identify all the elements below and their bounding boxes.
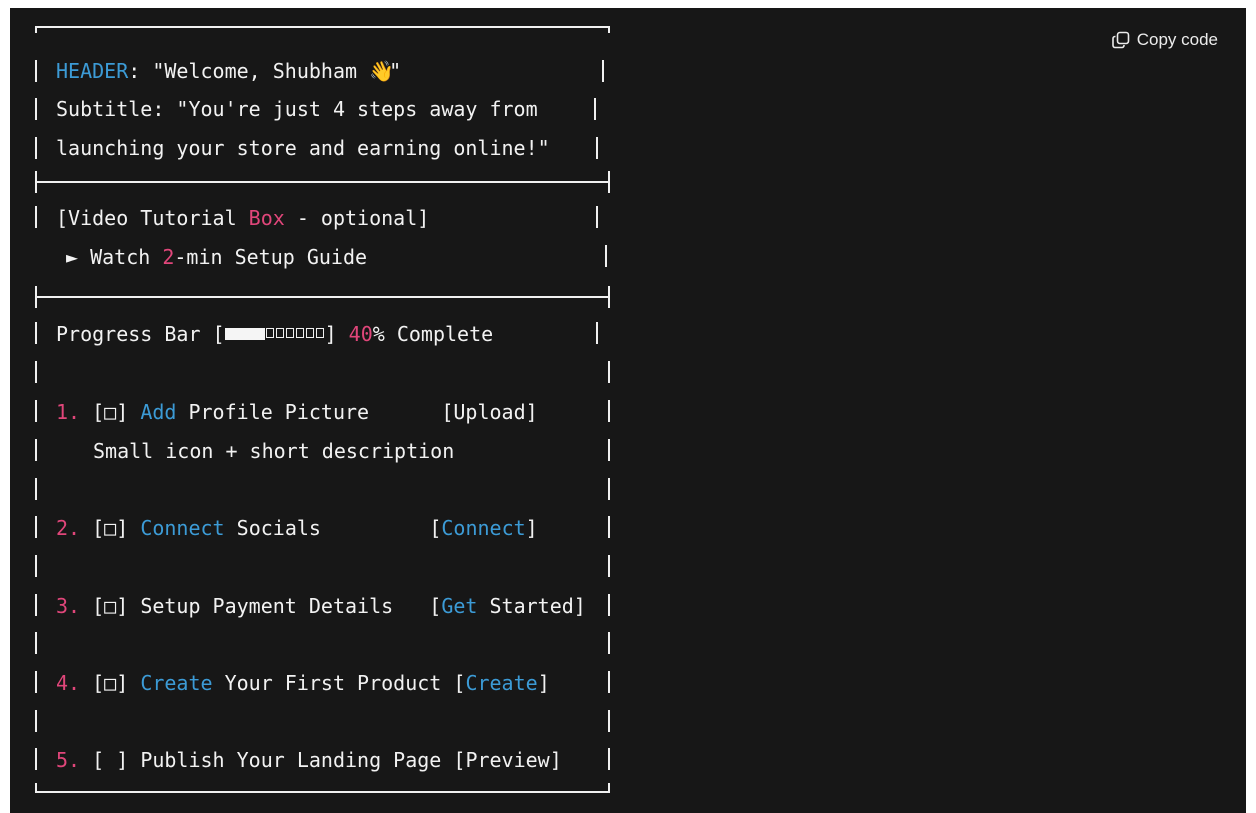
progress-empty-cell — [315, 328, 324, 338]
upload-button[interactable]: [Upload] — [441, 400, 537, 424]
copy-icon — [1111, 31, 1130, 49]
step-number: 2. — [56, 516, 81, 540]
header-text: : "Welcome, Shubham — [128, 59, 370, 83]
header-keyword: HEADER — [56, 59, 129, 83]
video-box-optional: - optional] — [284, 206, 430, 230]
progress-label: Progress Bar [ — [56, 322, 225, 346]
create-button[interactable]: [Create] — [453, 671, 549, 695]
step-description: Small icon + short description — [93, 439, 455, 463]
waving-hand-icon: 👋 — [369, 59, 394, 83]
step-checkbox[interactable]: [□] — [80, 594, 140, 618]
subtitle-line-2: launching your store and earning online!… — [56, 136, 550, 160]
step-item: 5. [ ] Publish Your Landing Page [Previe… — [56, 748, 562, 772]
copy-code-button[interactable]: Copy code — [1111, 30, 1218, 50]
video-box-text: [Video Tutorial — [56, 206, 249, 230]
header-line: HEADER: "Welcome, Shubham 👋" — [56, 59, 401, 83]
header-quote: " — [389, 59, 402, 83]
step-keyword: Add — [140, 400, 177, 424]
step-checkbox[interactable]: [□] — [80, 400, 140, 424]
step-title: Publish Your Landing Page — [140, 748, 454, 772]
step-number: 4. — [56, 671, 81, 695]
progress-empty-cell — [295, 328, 304, 338]
video-box-line: [Video Tutorial Box - optional] — [56, 206, 429, 230]
step-item: 2. [□] Connect Socials [Connect] — [56, 516, 538, 540]
watch-guide-minutes: 2 — [162, 245, 175, 269]
progress-percent: 40 — [348, 322, 373, 346]
code-block: Copy code HEADER: "Welcome, Shubham 👋" S… — [10, 8, 1246, 813]
step-checkbox[interactable]: [□] — [80, 671, 140, 695]
progress-empty-cell — [265, 328, 274, 338]
step-item: 4. [□] Create Your First Product [Create… — [56, 671, 550, 695]
progress-bracket: ] — [324, 322, 349, 346]
step-keyword: Connect — [140, 516, 225, 540]
step-title: Profile Picture — [176, 400, 442, 424]
step-title: Your First Product — [212, 671, 454, 695]
step-checkbox[interactable]: [ ] — [80, 748, 140, 772]
progress-empty-cell — [305, 328, 314, 338]
progress-empty-cell — [275, 328, 284, 338]
progress-empty-cell — [285, 328, 294, 338]
step-number: 5. — [56, 748, 81, 772]
video-box-keyword: Box — [248, 206, 285, 230]
step-checkbox[interactable]: [□] — [80, 516, 140, 540]
copy-code-label: Copy code — [1136, 30, 1218, 49]
progress-bar — [224, 328, 325, 340]
step-number: 1. — [56, 400, 81, 424]
progress-suffix: % Complete — [372, 322, 494, 346]
step-item: 1. [□] Add Profile Picture [Upload] — [56, 400, 538, 424]
step-title: Socials — [224, 516, 430, 540]
step-title: Setup Payment Details — [140, 594, 430, 618]
watch-guide-link[interactable]: ► Watch 2-min Setup Guide — [66, 245, 367, 269]
watch-guide-suffix: -min Setup Guide — [174, 245, 368, 269]
step-keyword: Create — [140, 671, 213, 695]
get-started-button[interactable]: [Get Started] — [429, 594, 586, 618]
preview-button[interactable]: [Preview] — [453, 748, 561, 772]
watch-guide-text: ► Watch — [66, 245, 163, 269]
subtitle-line-1: Subtitle: "You're just 4 steps away from — [56, 97, 538, 121]
step-number: 3. — [56, 594, 81, 618]
progress-line: Progress Bar [] 40% Complete — [56, 322, 493, 346]
connect-button[interactable]: [Connect] — [429, 516, 537, 540]
step-item: 3. [□] Setup Payment Details [Get Starte… — [56, 594, 586, 618]
